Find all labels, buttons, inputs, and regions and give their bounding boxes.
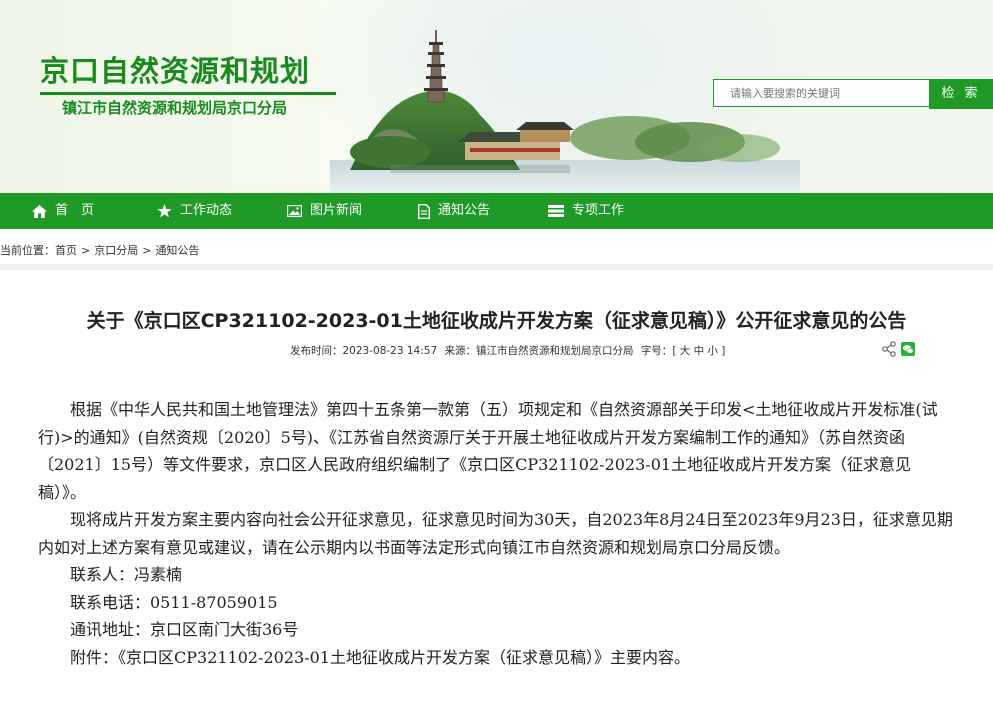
share-icon[interactable]: [882, 341, 896, 357]
article-body: 根据《中华人民共和国土地管理法》第四十五条第一款第（五）项规定和《自然资源部关于…: [38, 396, 954, 671]
breadcrumb-link-home[interactable]: 首页: [55, 244, 77, 257]
section-divider: [0, 264, 993, 270]
publish-time: 2023-08-23 14:57: [342, 345, 438, 357]
image-icon: [287, 205, 302, 217]
contact-person: 联系人：冯素楠: [70, 565, 183, 584]
contact-address: 通讯地址：京口区南门大街36号: [70, 620, 299, 639]
paragraph: 现将成片开发方案主要内容向社会公开征求意见，征求意见时间为30天，自2023年8…: [38, 510, 953, 557]
attachment-note: 附件：《京口区CP321102-2023-01土地征收成片开发方案（征求意见稿）…: [70, 647, 690, 667]
title-divider: [40, 92, 336, 95]
main-nav: 首 页 工作动态 图片新闻 通知公告 专项工作: [0, 193, 993, 229]
source-label: 来源：: [444, 345, 476, 357]
contact-phone: 联系电话：0511-87059015: [70, 592, 278, 612]
page: 京口自然资源和规划 镇江市自然资源和规划局京口分局 检 索 首 页 工作动态 图…: [0, 0, 993, 712]
nav-item-label: 首 页: [55, 203, 95, 218]
nav-item-news[interactable]: 工作动态: [157, 193, 232, 229]
document-icon: [418, 203, 430, 219]
nav-item-label: 图片新闻: [310, 203, 363, 218]
site-title: 京口自然资源和规划: [40, 54, 311, 88]
nav-item-label: 通知公告: [438, 203, 491, 218]
share-tools: [882, 341, 916, 361]
star-icon: [157, 204, 172, 218]
breadcrumb-link-branch[interactable]: 京口分局: [94, 244, 138, 257]
nav-item-label: 工作动态: [180, 203, 233, 218]
publish-label: 发布时间：: [290, 345, 343, 357]
article-title: 关于《京口区CP321102-2023-01土地征收成片开发方案（征求意见稿）》…: [86, 310, 907, 332]
breadcrumb-prefix: 当前位置：: [0, 244, 55, 257]
search-button[interactable]: 检 索: [929, 79, 993, 109]
source-value: 镇江市自然资源和规划局京口分局: [475, 345, 634, 357]
paragraph: 根据《中华人民共和国土地管理法》第四十五条第一款第（五）项规定和《自然资源部关于…: [38, 400, 938, 502]
list-icon: [548, 205, 564, 217]
home-icon: [32, 204, 47, 218]
wechat-icon[interactable]: [901, 342, 915, 356]
site-subtitle: 镇江市自然资源和规划局京口分局: [62, 99, 288, 117]
breadcrumb-separator: >: [81, 244, 91, 257]
nav-item-photo-news[interactable]: 图片新闻: [287, 193, 362, 229]
article-meta: 发布时间：2023-08-23 14:57 来源：镇江市自然资源和规划局京口分局…: [290, 343, 729, 358]
breadcrumb-separator: >: [142, 244, 152, 257]
search-input[interactable]: [713, 79, 929, 107]
fontsize-options[interactable]: [ 大 中 小 ]: [672, 345, 725, 357]
nav-item-home[interactable]: 首 页: [32, 193, 94, 229]
nav-item-label: 专项工作: [572, 203, 625, 218]
header-banner: 京口自然资源和规划 镇江市自然资源和规划局京口分局 检 索: [0, 0, 993, 193]
breadcrumb: 当前位置：首页 > 京口分局 > 通知公告: [0, 242, 199, 258]
search-bar: 检 索: [713, 79, 993, 109]
fontsize-label: 字号：: [640, 345, 673, 357]
nav-item-special-work[interactable]: 专项工作: [548, 193, 624, 229]
breadcrumb-link-notices[interactable]: 通知公告: [155, 244, 199, 257]
nav-item-notices[interactable]: 通知公告: [418, 193, 490, 229]
